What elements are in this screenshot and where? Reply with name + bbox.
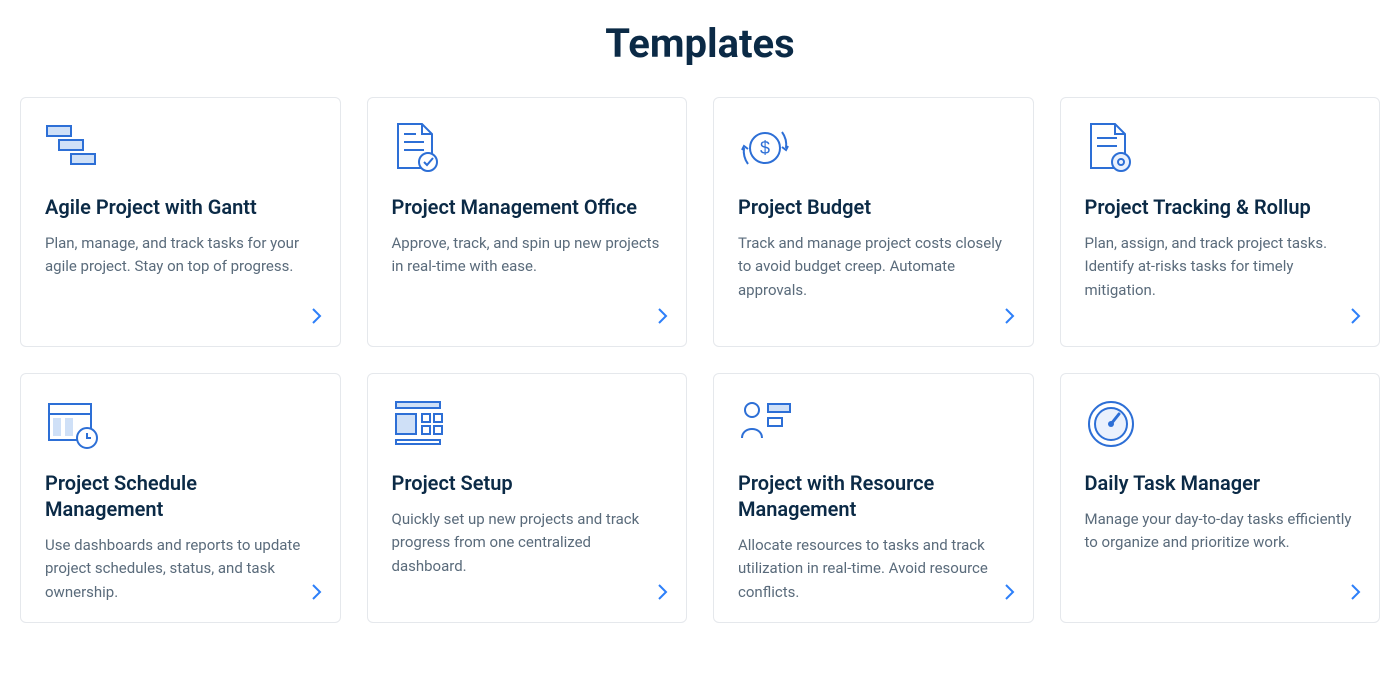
page-title: Templates	[20, 20, 1380, 67]
budget-dollar-icon: $	[738, 122, 1009, 176]
document-check-icon	[392, 122, 663, 176]
card-description: Track and manage project costs closely t…	[738, 232, 1009, 328]
template-card-daily-task-manager[interactable]: Daily Task Manager Manage your day-to-da…	[1060, 373, 1381, 623]
card-title: Project Management Office	[392, 194, 663, 220]
chevron-right-icon[interactable]	[658, 584, 668, 604]
template-card-schedule-management[interactable]: Project Schedule Management Use dashboar…	[20, 373, 341, 623]
card-description: Use dashboards and reports to update pro…	[45, 534, 316, 604]
gantt-bars-icon	[45, 122, 316, 176]
chevron-right-icon[interactable]	[658, 308, 668, 328]
card-title: Project Budget	[738, 194, 1009, 220]
card-title: Project Tracking & Rollup	[1085, 194, 1356, 220]
chevron-right-icon[interactable]	[312, 584, 322, 604]
calendar-clock-icon	[45, 398, 316, 452]
template-card-pmo[interactable]: Project Management Office Approve, track…	[367, 97, 688, 347]
card-description: Plan, assign, and track project tasks. I…	[1085, 232, 1356, 328]
template-card-budget[interactable]: $ Project Budget Track and manage projec…	[713, 97, 1034, 347]
chevron-right-icon[interactable]	[1005, 584, 1015, 604]
card-description: Approve, track, and spin up new projects…	[392, 232, 663, 328]
document-eye-icon	[1085, 122, 1356, 176]
gauge-dial-icon	[1085, 398, 1356, 452]
person-resource-icon	[738, 398, 1009, 452]
card-title: Daily Task Manager	[1085, 470, 1356, 496]
card-description: Allocate resources to tasks and track ut…	[738, 534, 1009, 604]
template-card-tracking-rollup[interactable]: Project Tracking & Rollup Plan, assign, …	[1060, 97, 1381, 347]
chevron-right-icon[interactable]	[312, 308, 322, 328]
card-title: Agile Project with Gantt	[45, 194, 316, 220]
template-card-agile-gantt[interactable]: Agile Project with Gantt Plan, manage, a…	[20, 97, 341, 347]
template-card-resource-management[interactable]: Project with Resource Management Allocat…	[713, 373, 1034, 623]
card-description: Plan, manage, and track tasks for your a…	[45, 232, 316, 328]
layout-grid-icon	[392, 398, 663, 452]
chevron-right-icon[interactable]	[1005, 308, 1015, 328]
chevron-right-icon[interactable]	[1351, 584, 1361, 604]
card-description: Quickly set up new projects and track pr…	[392, 508, 663, 604]
card-title: Project Setup	[392, 470, 663, 496]
card-description: Manage your day-to-day tasks efficiently…	[1085, 508, 1356, 604]
card-title: Project Schedule Management	[45, 470, 316, 522]
template-card-project-setup[interactable]: Project Setup Quickly set up new project…	[367, 373, 688, 623]
card-title: Project with Resource Management	[738, 470, 1009, 522]
chevron-right-icon[interactable]	[1351, 308, 1361, 328]
templates-grid: Agile Project with Gantt Plan, manage, a…	[20, 97, 1380, 623]
svg-text:$: $	[760, 138, 770, 158]
